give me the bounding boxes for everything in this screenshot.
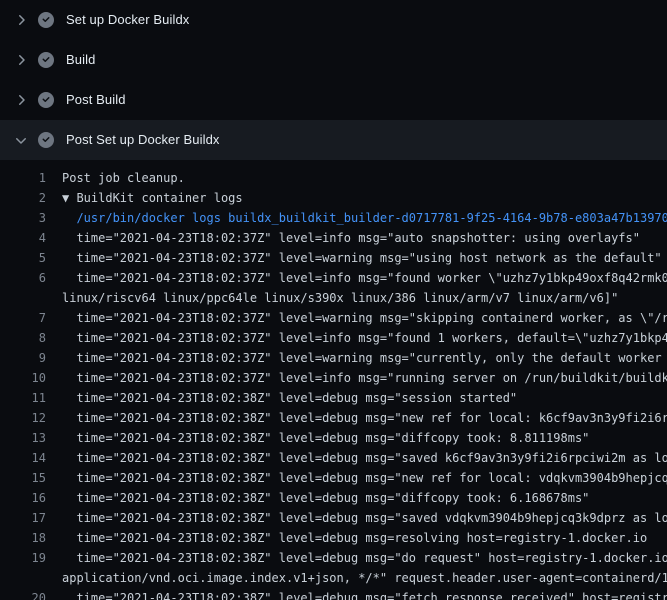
- line-number[interactable]: 6: [0, 268, 46, 288]
- log-line: 3 /usr/bin/docker logs buildx_buildkit_b…: [0, 208, 667, 228]
- log-line: 7 time="2021-04-23T18:02:37Z" level=warn…: [0, 308, 667, 328]
- line-number[interactable]: 19: [0, 548, 46, 568]
- line-number[interactable]: 13: [0, 428, 46, 448]
- step-label: Build: [66, 52, 95, 68]
- step-header[interactable]: Post Build: [0, 80, 667, 120]
- log-text: time="2021-04-23T18:02:38Z" level=debug …: [62, 388, 667, 408]
- log-line: 2 ▼ BuildKit container logs: [0, 188, 667, 208]
- step-label: Post Build: [66, 92, 126, 108]
- log-text: time="2021-04-23T18:02:38Z" level=debug …: [62, 548, 667, 568]
- log-line: 4 time="2021-04-23T18:02:37Z" level=info…: [0, 228, 667, 248]
- log-text: linux/riscv64 linux/ppc64le linux/s390x …: [62, 288, 667, 308]
- log-text: time="2021-04-23T18:02:37Z" level=warnin…: [62, 348, 667, 368]
- line-number[interactable]: 2: [0, 188, 46, 208]
- line-number[interactable]: 11: [0, 388, 46, 408]
- log-text: time="2021-04-23T18:02:38Z" level=debug …: [62, 528, 667, 548]
- line-number[interactable]: 20: [0, 588, 46, 600]
- chevron-right-icon: [13, 92, 29, 108]
- line-number[interactable]: [0, 568, 46, 588]
- log-text: time="2021-04-23T18:02:37Z" level=info m…: [62, 228, 667, 248]
- log-text: time="2021-04-23T18:02:38Z" level=debug …: [62, 428, 667, 448]
- chevron-right-icon: [13, 52, 29, 68]
- line-number[interactable]: 14: [0, 448, 46, 468]
- log-text: time="2021-04-23T18:02:37Z" level=info m…: [62, 328, 667, 348]
- log-line: 15 time="2021-04-23T18:02:38Z" level=deb…: [0, 468, 667, 488]
- log-text: /usr/bin/docker logs buildx_buildkit_bui…: [62, 208, 667, 228]
- log-line: 8 time="2021-04-23T18:02:37Z" level=info…: [0, 328, 667, 348]
- step-label: Set up Docker Buildx: [66, 12, 189, 28]
- log-text: time="2021-04-23T18:02:38Z" level=debug …: [62, 408, 667, 428]
- log-text: time="2021-04-23T18:02:38Z" level=debug …: [62, 508, 667, 528]
- line-number[interactable]: 7: [0, 308, 46, 328]
- check-circle-icon: [38, 92, 54, 108]
- check-circle-icon: [38, 132, 54, 148]
- log-line: 11 time="2021-04-23T18:02:38Z" level=deb…: [0, 388, 667, 408]
- log-line: 14 time="2021-04-23T18:02:38Z" level=deb…: [0, 448, 667, 468]
- chevron-down-icon: [13, 132, 29, 148]
- chevron-right-icon: [13, 12, 29, 28]
- log-text: time="2021-04-23T18:02:38Z" level=debug …: [62, 468, 667, 488]
- line-number[interactable]: [0, 288, 46, 308]
- line-number[interactable]: 3: [0, 208, 46, 228]
- line-number[interactable]: 15: [0, 468, 46, 488]
- line-number[interactable]: 16: [0, 488, 46, 508]
- log-text: time="2021-04-23T18:02:37Z" level=warnin…: [62, 308, 667, 328]
- log-line: 6 time="2021-04-23T18:02:37Z" level=info…: [0, 268, 667, 288]
- step-header[interactable]: Set up Docker Buildx: [0, 0, 667, 40]
- log-line: 20 time="2021-04-23T18:02:38Z" level=deb…: [0, 588, 667, 600]
- line-number[interactable]: 17: [0, 508, 46, 528]
- step-label: Post Set up Docker Buildx: [66, 132, 220, 148]
- line-number[interactable]: 9: [0, 348, 46, 368]
- log-line: application/vnd.oci.image.index.v1+json,…: [0, 568, 667, 588]
- line-number[interactable]: 18: [0, 528, 46, 548]
- log-text: time="2021-04-23T18:02:38Z" level=debug …: [62, 588, 667, 600]
- check-circle-icon: [38, 52, 54, 68]
- log-line: 19 time="2021-04-23T18:02:38Z" level=deb…: [0, 548, 667, 568]
- log-lines: 1 Post job cleanup. 2 ▼ BuildKit contain…: [0, 160, 667, 600]
- line-number[interactable]: 4: [0, 228, 46, 248]
- steps-list: Set up Docker Buildx Build Post Build Po…: [0, 0, 667, 160]
- log-line: 1 Post job cleanup.: [0, 168, 667, 188]
- log-text: time="2021-04-23T18:02:37Z" level=info m…: [62, 368, 667, 388]
- log-text: time="2021-04-23T18:02:38Z" level=debug …: [62, 488, 667, 508]
- log-text: time="2021-04-23T18:02:37Z" level=info m…: [62, 268, 667, 288]
- line-number[interactable]: 8: [0, 328, 46, 348]
- log-line: 5 time="2021-04-23T18:02:37Z" level=warn…: [0, 248, 667, 268]
- line-number[interactable]: 12: [0, 408, 46, 428]
- step-header[interactable]: Post Set up Docker Buildx: [0, 120, 667, 160]
- log-line: 17 time="2021-04-23T18:02:38Z" level=deb…: [0, 508, 667, 528]
- log-line: 18 time="2021-04-23T18:02:38Z" level=deb…: [0, 528, 667, 548]
- log-text: time="2021-04-23T18:02:38Z" level=debug …: [62, 448, 667, 468]
- check-circle-icon: [38, 12, 54, 28]
- line-number[interactable]: 10: [0, 368, 46, 388]
- log-text: Post job cleanup.: [62, 168, 667, 188]
- log-text: application/vnd.oci.image.index.v1+json,…: [62, 568, 667, 588]
- log-line: 9 time="2021-04-23T18:02:37Z" level=warn…: [0, 348, 667, 368]
- log-line: 16 time="2021-04-23T18:02:38Z" level=deb…: [0, 488, 667, 508]
- log-text: time="2021-04-23T18:02:37Z" level=warnin…: [62, 248, 667, 268]
- log-line: 12 time="2021-04-23T18:02:38Z" level=deb…: [0, 408, 667, 428]
- line-number[interactable]: 5: [0, 248, 46, 268]
- step-header[interactable]: Build: [0, 40, 667, 80]
- log-group-toggle[interactable]: ▼ BuildKit container logs: [62, 188, 667, 208]
- log-line: 13 time="2021-04-23T18:02:38Z" level=deb…: [0, 428, 667, 448]
- log-line: linux/riscv64 linux/ppc64le linux/s390x …: [0, 288, 667, 308]
- line-number[interactable]: 1: [0, 168, 46, 188]
- log-line: 10 time="2021-04-23T18:02:37Z" level=inf…: [0, 368, 667, 388]
